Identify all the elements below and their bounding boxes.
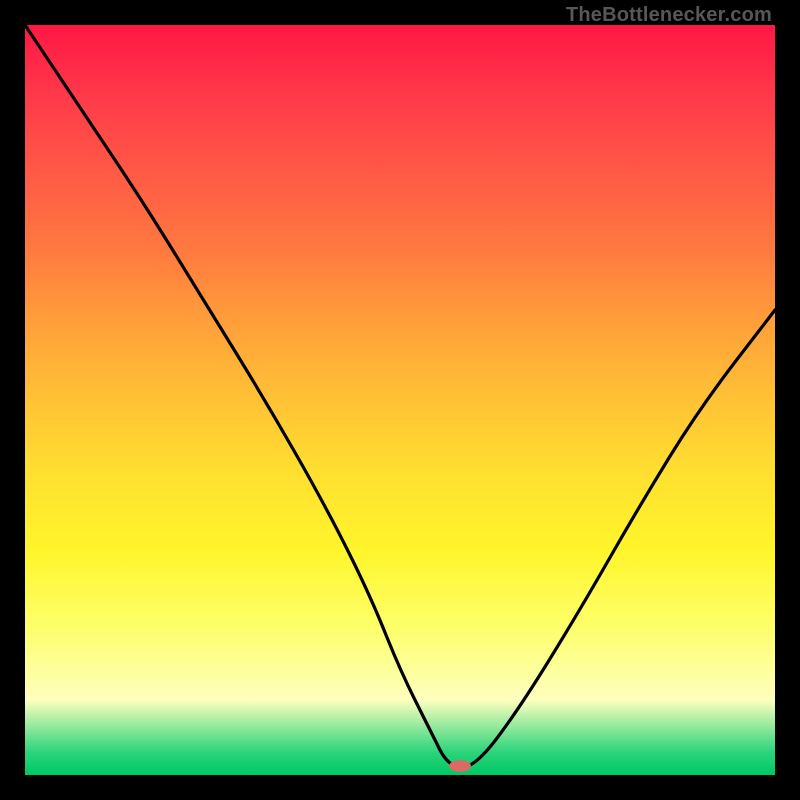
bottleneck-curve [25, 25, 775, 775]
watermark-text: TheBottlenecker.com [566, 4, 772, 27]
optimal-point-marker [449, 760, 471, 772]
chart-frame [25, 25, 775, 775]
